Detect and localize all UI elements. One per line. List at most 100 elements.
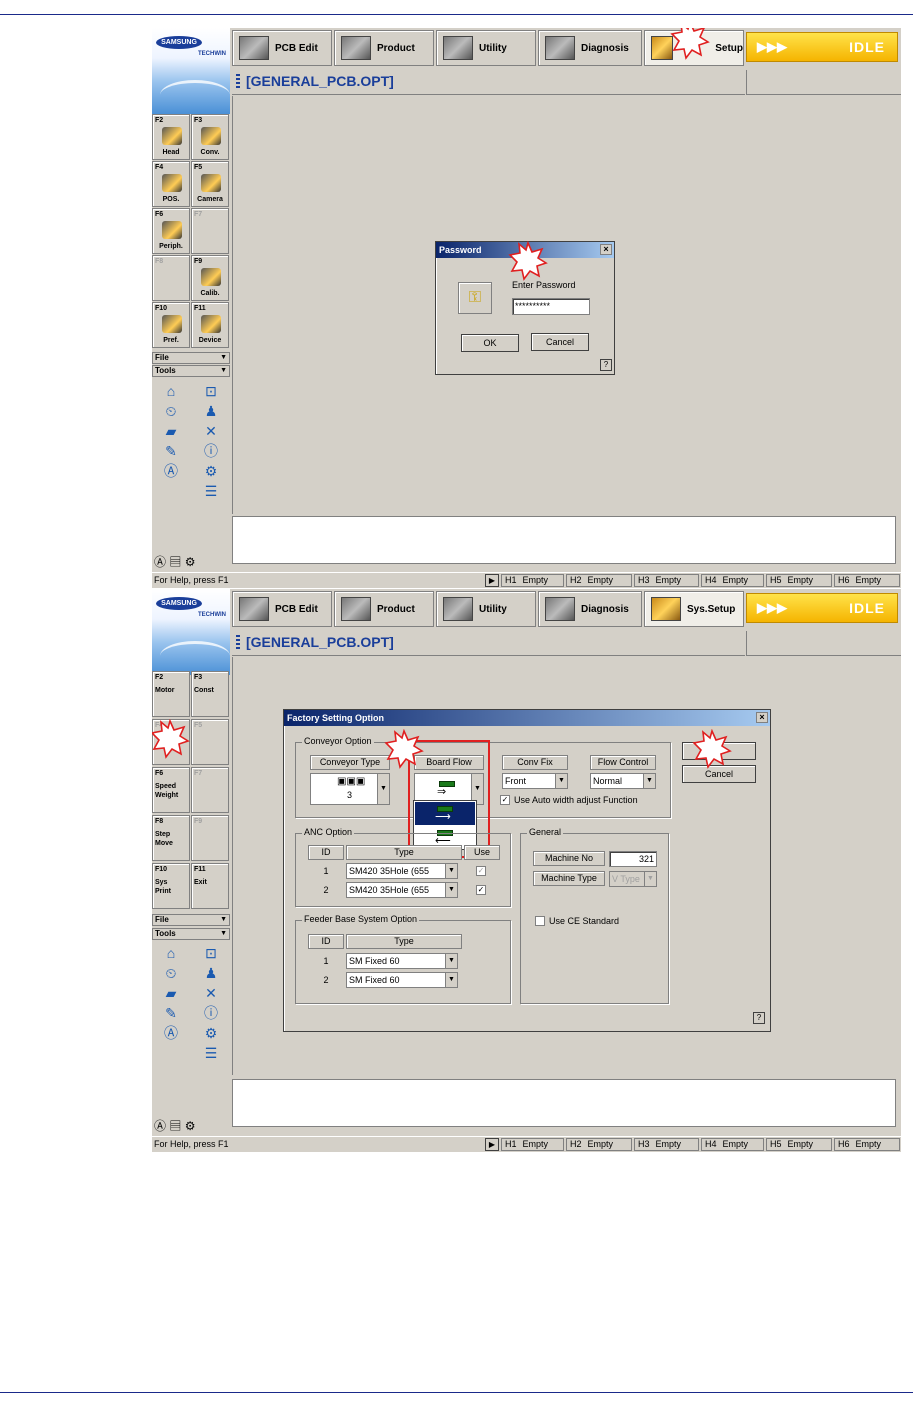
cancel-button[interactable]: Cancel [531, 333, 589, 351]
feeder-icon[interactable]: ⚙ [201, 463, 221, 480]
fkey-f5[interactable]: F5 Camera [191, 161, 229, 207]
password-input[interactable]: ********** [512, 298, 590, 315]
flow-control-select[interactable]: Normal ▼ [590, 773, 656, 789]
ab-icon[interactable]: Ⓐ [154, 555, 166, 569]
slot-head: H1 [505, 575, 517, 585]
anc-row-2-use[interactable]: ✓ [476, 885, 486, 895]
feeder-row-2-type[interactable]: SM Fixed 60 ▼ [346, 972, 458, 988]
chevron-down-icon: ▼ [555, 774, 567, 788]
anc-row-2-type[interactable]: SM420 35Hole (655 ▼ [346, 882, 458, 898]
play-icon[interactable]: ▶ [485, 574, 499, 587]
alert-icon[interactable]: ⓘ [201, 443, 221, 460]
play-icon[interactable]: ▶ [485, 1138, 499, 1151]
help-icon[interactable]: ? [753, 1012, 765, 1024]
settings-icon[interactable]: ⚙ [185, 1119, 196, 1133]
fkey-key: F10 [155, 305, 168, 312]
utility-button[interactable]: Utility [436, 591, 536, 627]
diagnosis-button[interactable]: Diagnosis [538, 30, 642, 66]
target-icon[interactable]: ⊡ [201, 383, 221, 400]
target-icon[interactable]: ⊡ [201, 945, 221, 962]
auto-width-checkbox[interactable]: ✓ [500, 795, 510, 805]
fkey-f8[interactable]: F8 Step Move [152, 815, 190, 861]
idle-indicator: ▶▶▶ IDLE [746, 32, 898, 62]
file-menu-label: File [155, 353, 169, 362]
timer-icon[interactable]: ⏲ [161, 965, 181, 982]
help-icon[interactable]: ? [600, 359, 612, 371]
fkey-label: POS. [162, 196, 180, 203]
pcb-edit-button[interactable]: PCB Edit [232, 591, 332, 627]
fkey-f3[interactable]: F3 Const [191, 671, 229, 717]
top-rule [0, 14, 913, 15]
diagnosis-button[interactable]: Diagnosis [538, 591, 642, 627]
logo-sub: TECHWIN [198, 612, 226, 618]
chevron-down-icon: ▼ [644, 872, 656, 886]
fkey-f2[interactable]: F2 Head [152, 114, 190, 160]
home-icon[interactable]: ⌂ [161, 383, 181, 400]
fkey-f10[interactable]: F10 Sys Print [152, 863, 190, 909]
pcb-edit-button[interactable]: PCB Edit [232, 30, 332, 66]
board-icon[interactable]: ▰ [161, 985, 181, 1002]
settings-icon[interactable]: ⚙ [185, 555, 196, 569]
slot-value: Empty [855, 1139, 882, 1149]
tool-change-icon[interactable]: ✎ [161, 443, 181, 460]
tools-menu[interactable]: Tools ▼ [152, 365, 230, 377]
logo-brand: SAMSUNG [156, 36, 202, 49]
file-menu[interactable]: File ▼ [152, 352, 230, 364]
preference-icon [162, 315, 182, 333]
fkey-key: F2 [155, 117, 164, 124]
product-icon [341, 597, 371, 621]
factory-dialog-title: Factory Setting Option × [284, 710, 770, 726]
slot-value: Empty [787, 575, 814, 585]
slot-value: Empty [787, 1139, 814, 1149]
tools-menu[interactable]: Tools ▼ [152, 928, 230, 940]
operator-icon[interactable]: ♟ [201, 965, 221, 982]
ab-icon[interactable]: Ⓐ [154, 1119, 166, 1133]
fkey-key: F3 [194, 674, 203, 681]
anc-row-1-type[interactable]: SM420 35Hole (655 ▼ [346, 863, 458, 879]
tool-change-icon[interactable]: ✎ [161, 1005, 181, 1022]
logo-swirl [160, 80, 230, 110]
utility-button[interactable]: Utility [436, 30, 536, 66]
file-menu[interactable]: File ▼ [152, 914, 230, 926]
close-icon[interactable]: × [756, 712, 768, 723]
board-icon[interactable]: ▰ [161, 423, 181, 440]
sys-setup-button[interactable]: Sys.Setup [644, 591, 744, 627]
product-button[interactable]: Product [334, 591, 434, 627]
axis-icon[interactable]: ✕ [201, 423, 221, 440]
fkey-f2[interactable]: F2 Motor [152, 671, 190, 717]
auto-icon[interactable]: Ⓐ [161, 1025, 181, 1042]
close-icon[interactable]: × [600, 244, 612, 255]
product-button[interactable]: Product [334, 30, 434, 66]
utility-label: Utility [479, 42, 507, 54]
conveyor-type-select[interactable]: ▣▣▣ 3 ▼ [310, 773, 390, 805]
head-icon [162, 127, 182, 145]
fkey-f9[interactable]: F9 Calib. [191, 255, 229, 301]
save-icon[interactable]: ▤ [169, 1119, 181, 1133]
fkey-f11[interactable]: F11 Exit [191, 863, 229, 909]
feeder-icon[interactable]: ⚙ [201, 1025, 221, 1042]
list-icon[interactable]: ☰ [201, 1045, 221, 1062]
fkey-f4[interactable]: F4 POS. [152, 161, 190, 207]
ce-standard-checkbox[interactable] [535, 916, 545, 926]
anc-row-1-use[interactable]: ✓ [476, 866, 486, 876]
feeder-row-1-type[interactable]: SM Fixed 60 ▼ [346, 953, 458, 969]
auto-icon[interactable]: Ⓐ [161, 463, 181, 480]
alert-icon[interactable]: ⓘ [201, 1005, 221, 1022]
list-icon[interactable]: ☰ [201, 483, 221, 500]
timer-icon[interactable]: ⏲ [161, 403, 181, 420]
machine-no-field[interactable]: 321 [609, 851, 657, 867]
save-icon[interactable]: ▤ [169, 555, 181, 569]
samsung-logo: SAMSUNG TECHWIN [152, 28, 230, 114]
fkey-f6[interactable]: F6 Speed Weight [152, 767, 190, 813]
ce-standard-label: Use CE Standard [549, 916, 620, 926]
axis-icon[interactable]: ✕ [201, 985, 221, 1002]
fkey-f10[interactable]: F10 Pref. [152, 302, 190, 348]
conv-fix-select[interactable]: Front ▼ [502, 773, 568, 789]
calibration-icon [201, 268, 221, 286]
fkey-f3[interactable]: F3 Conv. [191, 114, 229, 160]
operator-icon[interactable]: ♟ [201, 403, 221, 420]
fkey-f6[interactable]: F6 Periph. [152, 208, 190, 254]
fkey-f11[interactable]: F11 Device [191, 302, 229, 348]
ok-button[interactable]: OK [461, 334, 519, 352]
home-icon[interactable]: ⌂ [161, 945, 181, 962]
